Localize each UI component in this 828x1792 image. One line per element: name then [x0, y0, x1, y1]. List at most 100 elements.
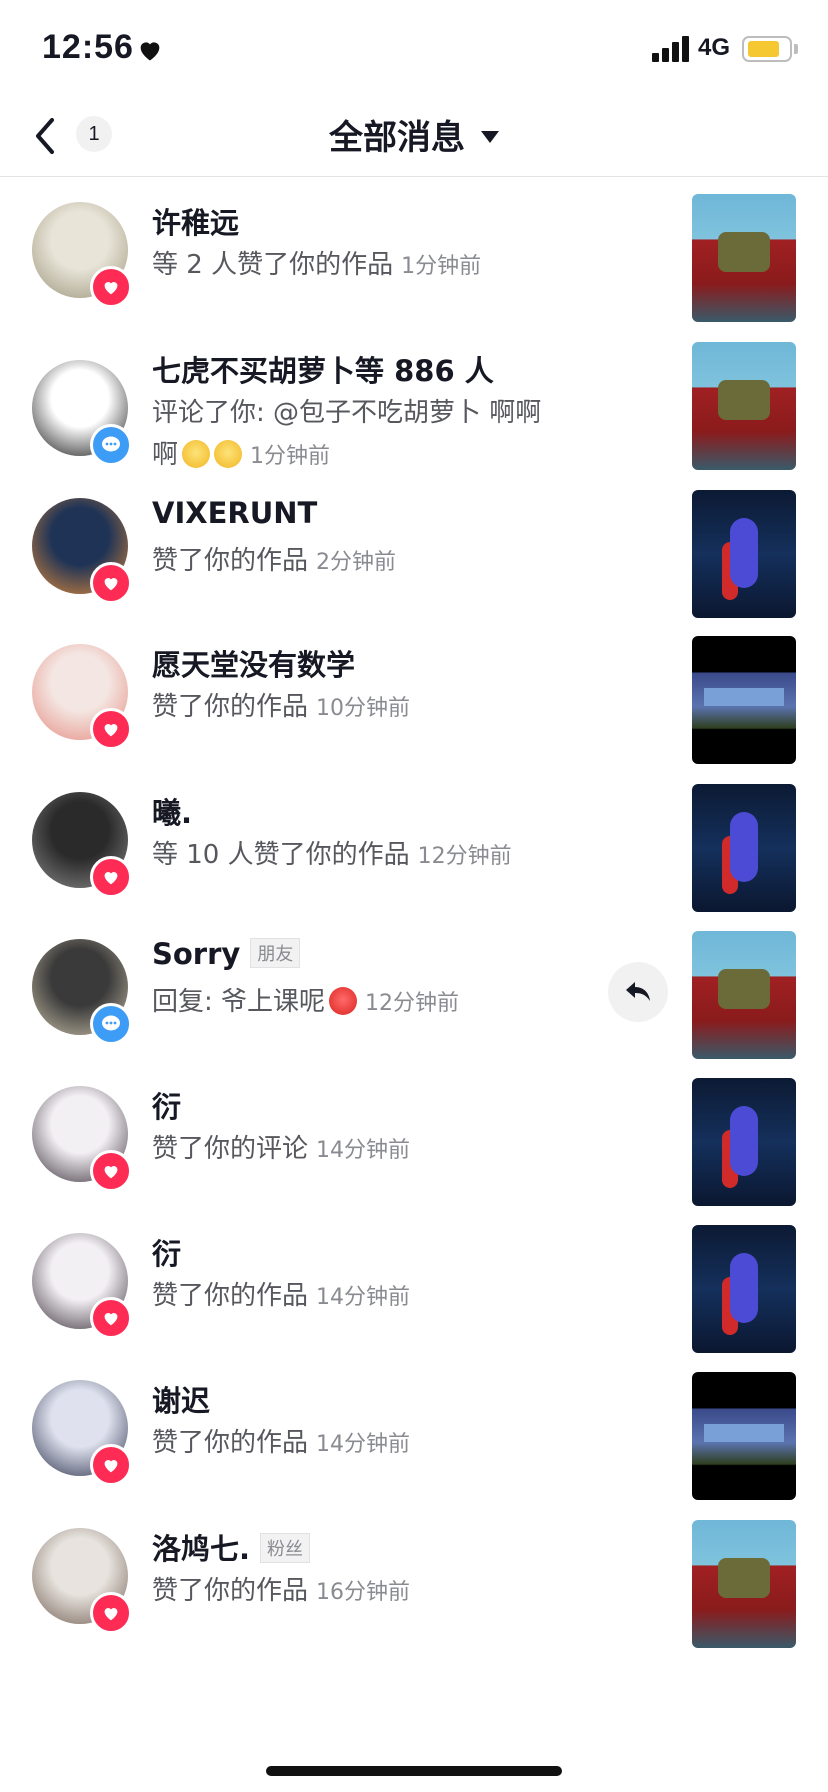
heart-icon — [140, 42, 160, 61]
user-name[interactable]: Sorry 朋友 — [152, 937, 301, 971]
text: 等 2 人赞了你的作品 — [152, 250, 394, 280]
notification-text: 赞了你的作品 14分钟前 — [152, 1275, 410, 1312]
text: 曦. — [152, 796, 193, 830]
timestamp: 2分钟前 — [316, 550, 397, 575]
text: 啊 — [152, 440, 179, 470]
user-name[interactable]: 许稚远 — [152, 200, 239, 242]
text: 许稚远 — [152, 206, 240, 240]
like-badge-icon — [90, 1592, 132, 1634]
text: 衍 — [152, 1237, 182, 1271]
work-thumbnail[interactable] — [692, 784, 796, 912]
notification-row[interactable]: 曦. 等 10 人赞了你的作品 12分钟前 — [0, 770, 828, 930]
user-name[interactable]: 衍 — [152, 1231, 181, 1273]
notification-text: 赞了你的作品 16分钟前 — [152, 1570, 410, 1607]
work-thumbnail[interactable] — [692, 636, 796, 764]
like-badge-icon — [90, 1297, 132, 1339]
notification-text: 回复: 爷上课呢 12分钟前 — [152, 981, 459, 1018]
battery-tip — [794, 44, 798, 54]
work-thumbnail[interactable] — [692, 1372, 796, 1500]
user-name[interactable]: 衍 — [152, 1084, 181, 1126]
like-badge-icon — [90, 1444, 132, 1486]
text: 赞了你的作品 — [152, 1281, 309, 1311]
notification-row[interactable]: 愿天堂没有数学赞了你的作品 10分钟前 — [0, 622, 828, 782]
reply-button[interactable] — [608, 962, 668, 1022]
notification-text: 等 2 人赞了你的作品 1分钟前 — [152, 244, 481, 281]
user-name[interactable]: 七虎不买胡萝卜等 886 人 — [152, 348, 494, 390]
notification-text: 赞了你的评论 14分钟前 — [152, 1128, 410, 1165]
comment-badge-icon — [90, 1003, 132, 1045]
like-badge-icon — [90, 562, 132, 604]
notification-row[interactable]: 许稚远等 2 人赞了你的作品 1分钟前 — [0, 180, 828, 340]
notification-row[interactable]: Sorry 朋友回复: 爷上课呢 12分钟前 — [0, 917, 828, 1077]
work-thumbnail[interactable] — [692, 342, 796, 470]
timestamp: 1分钟前 — [401, 254, 482, 279]
timestamp: 12分钟前 — [365, 991, 460, 1016]
text: 愿天堂没有数学 — [152, 648, 356, 682]
text: Sorry — [152, 937, 241, 971]
text: 回复: 爷上课呢 — [152, 987, 326, 1017]
text: 赞了你的作品 — [152, 1576, 309, 1606]
work-thumbnail[interactable] — [692, 931, 796, 1059]
nav-bar: 1 全部消息 — [0, 100, 828, 177]
text: 评论了你: @包子不吃胡萝卜 啊啊 — [152, 398, 542, 428]
notification-text: 赞了你的作品 2分钟前 — [152, 540, 396, 577]
timestamp: 14分钟前 — [316, 1432, 411, 1457]
work-thumbnail[interactable] — [692, 1225, 796, 1353]
text: 赞了你的作品 — [152, 546, 309, 576]
battery-icon — [742, 36, 792, 62]
timestamp: 16分钟前 — [316, 1580, 411, 1605]
like-badge-icon — [90, 1150, 132, 1192]
notification-row[interactable]: VIXERUNT 赞了你的作品 2分钟前 — [0, 476, 828, 636]
caret-down-icon — [481, 130, 499, 143]
notification-text: 赞了你的作品 14分钟前 — [152, 1422, 410, 1459]
text: 洛鸠七. — [152, 1532, 251, 1566]
shy-emoji-icon — [214, 439, 243, 468]
text: 等 10 人赞了你的作品 — [152, 840, 410, 870]
like-badge-icon — [90, 856, 132, 898]
relation-tag: 粉丝 — [260, 1533, 311, 1563]
user-name[interactable]: 洛鸠七. 粉丝 — [152, 1526, 311, 1568]
text: 赞了你的评论 — [152, 1134, 309, 1164]
comment-badge-icon — [90, 424, 132, 466]
angry-emoji-icon — [329, 986, 358, 1015]
like-badge-icon — [90, 266, 132, 308]
user-name[interactable]: VIXERUNT — [152, 496, 317, 530]
user-name[interactable]: 愿天堂没有数学 — [152, 642, 355, 684]
shy-emoji-icon — [182, 439, 211, 468]
clock: 12:56 — [42, 28, 134, 66]
work-thumbnail[interactable] — [692, 194, 796, 322]
notification-row[interactable]: 谢迟赞了你的作品 14分钟前 — [0, 1358, 828, 1518]
notification-row[interactable]: 衍赞了你的评论 14分钟前 — [0, 1064, 828, 1224]
text: 赞了你的作品 — [152, 692, 309, 722]
status-bar: 12:56 4G — [0, 0, 828, 100]
notification-text: 评论了你: @包子不吃胡萝卜 啊啊 — [152, 392, 541, 429]
signal-icon — [652, 36, 689, 62]
text: 赞了你的作品 — [152, 1428, 309, 1458]
user-name[interactable]: 谢迟 — [152, 1378, 210, 1420]
timestamp: 1分钟前 — [250, 444, 331, 469]
notification-row[interactable]: 洛鸠七. 粉丝赞了你的作品 16分钟前 — [0, 1506, 828, 1666]
timestamp: 14分钟前 — [316, 1285, 411, 1310]
work-thumbnail[interactable] — [692, 1078, 796, 1206]
like-badge-icon — [90, 708, 132, 750]
home-indicator[interactable] — [266, 1766, 562, 1776]
notification-row[interactable]: 七虎不买胡萝卜等 886 人评论了你: @包子不吃胡萝卜 啊啊啊 1分钟前 — [0, 328, 828, 488]
page-title: 全部消息 — [329, 118, 465, 158]
message-filter-dropdown[interactable]: 全部消息 — [0, 110, 828, 159]
network-type: 4G — [698, 34, 731, 61]
relation-tag: 朋友 — [250, 938, 301, 968]
user-name[interactable]: 曦. — [152, 790, 192, 832]
timestamp: 10分钟前 — [316, 696, 411, 721]
notification-text: 赞了你的作品 10分钟前 — [152, 686, 410, 723]
work-thumbnail[interactable] — [692, 490, 796, 618]
text: 衍 — [152, 1090, 182, 1124]
timestamp: 14分钟前 — [316, 1138, 411, 1163]
text: 谢迟 — [152, 1384, 211, 1418]
work-thumbnail[interactable] — [692, 1520, 796, 1648]
notification-text: 等 10 人赞了你的作品 12分钟前 — [152, 834, 512, 871]
text: 七虎不买胡萝卜等 886 人 — [152, 354, 494, 388]
notification-row[interactable]: 衍赞了你的作品 14分钟前 — [0, 1211, 828, 1371]
text: VIXERUNT — [152, 496, 318, 530]
timestamp: 12分钟前 — [417, 844, 512, 869]
notification-text-continued: 啊 1分钟前 — [152, 434, 330, 471]
